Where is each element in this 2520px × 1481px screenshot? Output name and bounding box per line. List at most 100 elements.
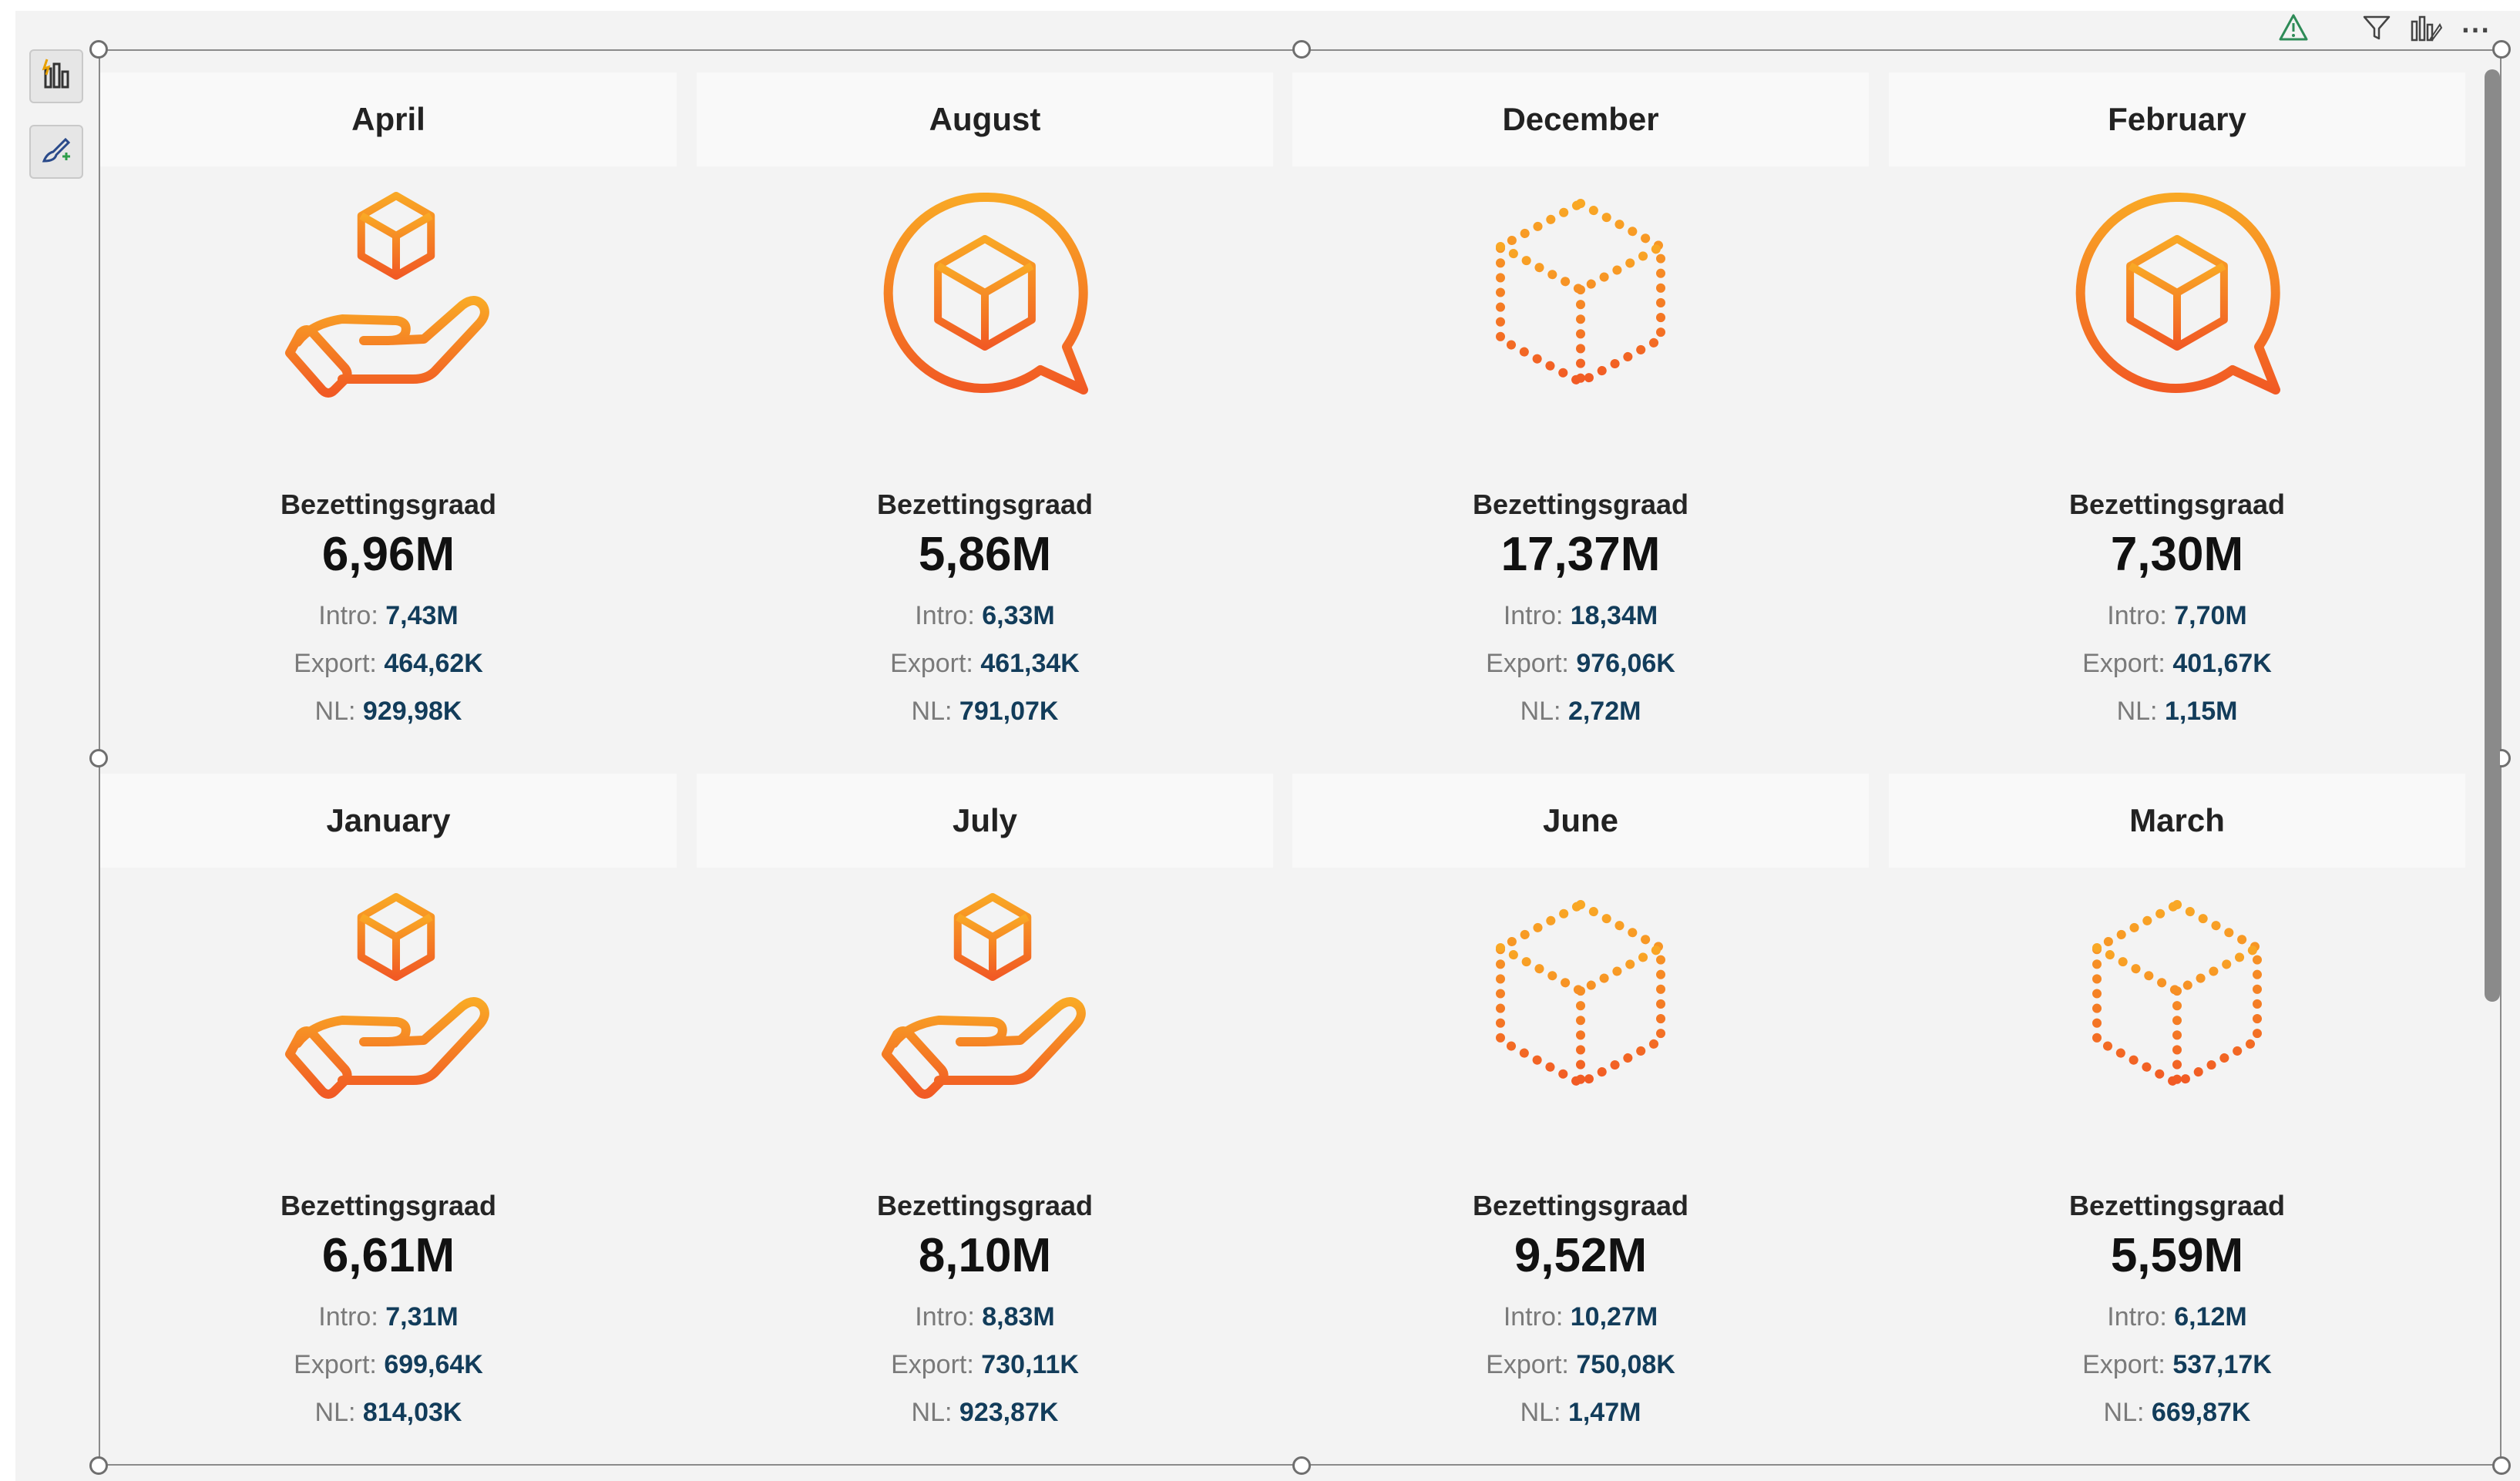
nl-value: 2,72M <box>1567 697 1641 726</box>
nl-value: 1,47M <box>1567 1398 1641 1427</box>
metric-label: Bezettingsgraad <box>280 1190 497 1221</box>
intro-label: Intro: <box>318 601 378 630</box>
export-row: Export: 976,06K <box>1292 649 1869 679</box>
intro-row: Intro: 6,33M <box>697 601 1273 631</box>
intro-row: Intro: 6,12M <box>1889 1302 2465 1332</box>
intro-label: Intro: <box>915 601 975 630</box>
card-title: January <box>100 774 677 868</box>
intro-value: 7,70M <box>2174 601 2247 630</box>
hand-box-icon <box>877 889 1093 1105</box>
intro-row: Intro: 7,31M <box>100 1302 677 1332</box>
nl-value: 1,15M <box>2164 697 2238 726</box>
metric-label: Bezettingsgraad <box>1472 489 1689 520</box>
nl-row: NL: 814,03K <box>100 1398 677 1428</box>
dotted-cube-icon <box>2069 889 2285 1105</box>
metric-value: 9,52M <box>1514 1229 1648 1282</box>
nl-label: NL: <box>314 1398 356 1427</box>
card-december[interactable]: December Bezettingsgraad 17,37M Intro: 1… <box>1292 72 1869 766</box>
intro-value: 18,34M <box>1570 601 1658 630</box>
export-row: Export: 537,17K <box>1889 1350 2465 1380</box>
export-label: Export: <box>1486 1350 1569 1379</box>
nl-row: NL: 669,87K <box>1889 1398 2465 1428</box>
card-march[interactable]: March Bezettingsgraad 5,59M Intro: 6,12M… <box>1889 774 2465 1467</box>
nl-label: NL: <box>314 697 356 726</box>
more-options-icon: ⋯ <box>2461 13 2490 46</box>
card-july[interactable]: July Bezettingsgraad 8,10M Intro: 8,83M … <box>697 774 1273 1467</box>
metric-label: Bezettingsgraad <box>876 1190 1094 1221</box>
export-value: 730,11K <box>981 1350 1079 1379</box>
card-june[interactable]: June Bezettingsgraad 9,52M Intro: 10,27M… <box>1292 774 1869 1467</box>
card-february[interactable]: February Bezettingsgraad 7,30M Intro: 7,… <box>1889 72 2465 766</box>
nl-label: NL: <box>911 1398 953 1427</box>
metric-label: Bezettingsgraad <box>1472 1190 1689 1221</box>
card-title: April <box>100 72 677 166</box>
export-row: Export: 730,11K <box>697 1350 1273 1380</box>
nl-value: 814,03K <box>362 1398 462 1427</box>
filter-icon <box>2361 12 2392 47</box>
export-value: 699,64K <box>384 1350 483 1379</box>
intro-label: Intro: <box>318 1302 378 1332</box>
metric-value: 7,30M <box>2110 528 2244 581</box>
nl-value: 923,87K <box>959 1398 1059 1427</box>
nl-row: NL: 1,15M <box>1889 697 2465 727</box>
export-label: Export: <box>294 649 377 678</box>
filter-button[interactable] <box>2357 9 2397 49</box>
nl-value: 669,87K <box>2151 1398 2251 1427</box>
intro-label: Intro: <box>2107 1302 2167 1332</box>
export-row: Export: 461,34K <box>697 649 1273 679</box>
nl-row: NL: 923,87K <box>697 1398 1273 1428</box>
resize-handle-top-left[interactable] <box>89 40 108 59</box>
hand-box-icon <box>281 889 496 1105</box>
metric-label: Bezettingsgraad <box>280 489 497 520</box>
nl-row: NL: 2,72M <box>1292 697 1869 727</box>
export-value: 750,08K <box>1576 1350 1675 1379</box>
intro-value: 10,27M <box>1570 1302 1658 1332</box>
nl-label: NL: <box>1520 1398 1561 1427</box>
build-visual-icon <box>39 58 73 96</box>
export-row: Export: 699,64K <box>100 1350 677 1380</box>
intro-row: Intro: 7,70M <box>1889 601 2465 631</box>
metric-value: 5,59M <box>2110 1229 2244 1282</box>
intro-row: Intro: 18,34M <box>1292 601 1869 631</box>
export-row: Export: 750,08K <box>1292 1350 1869 1380</box>
dotted-cube-icon <box>1473 188 1688 404</box>
card-january[interactable]: January Bezettingsgraad 6,61M Intro: 7,3… <box>100 774 677 1467</box>
export-value: 401,67K <box>2172 649 2272 678</box>
intro-row: Intro: 7,43M <box>100 601 677 631</box>
intro-value: 8,83M <box>982 1302 1055 1332</box>
nl-label: NL: <box>1520 697 1561 726</box>
warning-button[interactable] <box>2273 9 2313 49</box>
visual-button[interactable] <box>2406 9 2446 49</box>
export-label: Export: <box>294 1350 377 1379</box>
nl-row: NL: 929,98K <box>100 697 677 727</box>
export-label: Export: <box>1486 649 1569 678</box>
intro-value: 6,33M <box>982 601 1055 630</box>
card-title: December <box>1292 72 1869 166</box>
card-august[interactable]: August Bezettingsgraad 5,86M Intro: 6,33… <box>697 72 1273 766</box>
metric-label: Bezettingsgraad <box>2068 489 2286 520</box>
export-value: 537,17K <box>2172 1350 2272 1379</box>
card-title: June <box>1292 774 1869 868</box>
metric-value: 6,96M <box>321 528 455 581</box>
export-label: Export: <box>891 1350 974 1379</box>
export-value: 976,06K <box>1576 649 1675 678</box>
format-visual-icon <box>39 133 73 171</box>
nl-value: 929,98K <box>362 697 462 726</box>
resize-handle-bottom-right[interactable] <box>2492 1456 2511 1475</box>
card-title: July <box>697 774 1273 868</box>
resize-handle-top-right[interactable] <box>2492 40 2511 59</box>
format-visual-button[interactable] <box>29 125 83 179</box>
chat-box-icon <box>877 188 1093 404</box>
card-april[interactable]: April Bezettingsgraad 6,96M Intro: 7,43M… <box>100 72 677 766</box>
card-title: March <box>1889 774 2465 868</box>
card-title: August <box>697 72 1273 166</box>
export-value: 464,62K <box>384 649 483 678</box>
build-visual-button[interactable] <box>29 49 83 103</box>
intro-value: 6,12M <box>2174 1302 2247 1332</box>
vertical-scrollbar[interactable] <box>2485 69 2500 1002</box>
resize-handle-top[interactable] <box>1292 40 1311 59</box>
nl-row: NL: 791,07K <box>697 697 1273 727</box>
nl-label: NL: <box>2116 697 2158 726</box>
metric-label: Bezettingsgraad <box>876 489 1094 520</box>
more-options-button[interactable]: ⋯ <box>2455 9 2495 49</box>
